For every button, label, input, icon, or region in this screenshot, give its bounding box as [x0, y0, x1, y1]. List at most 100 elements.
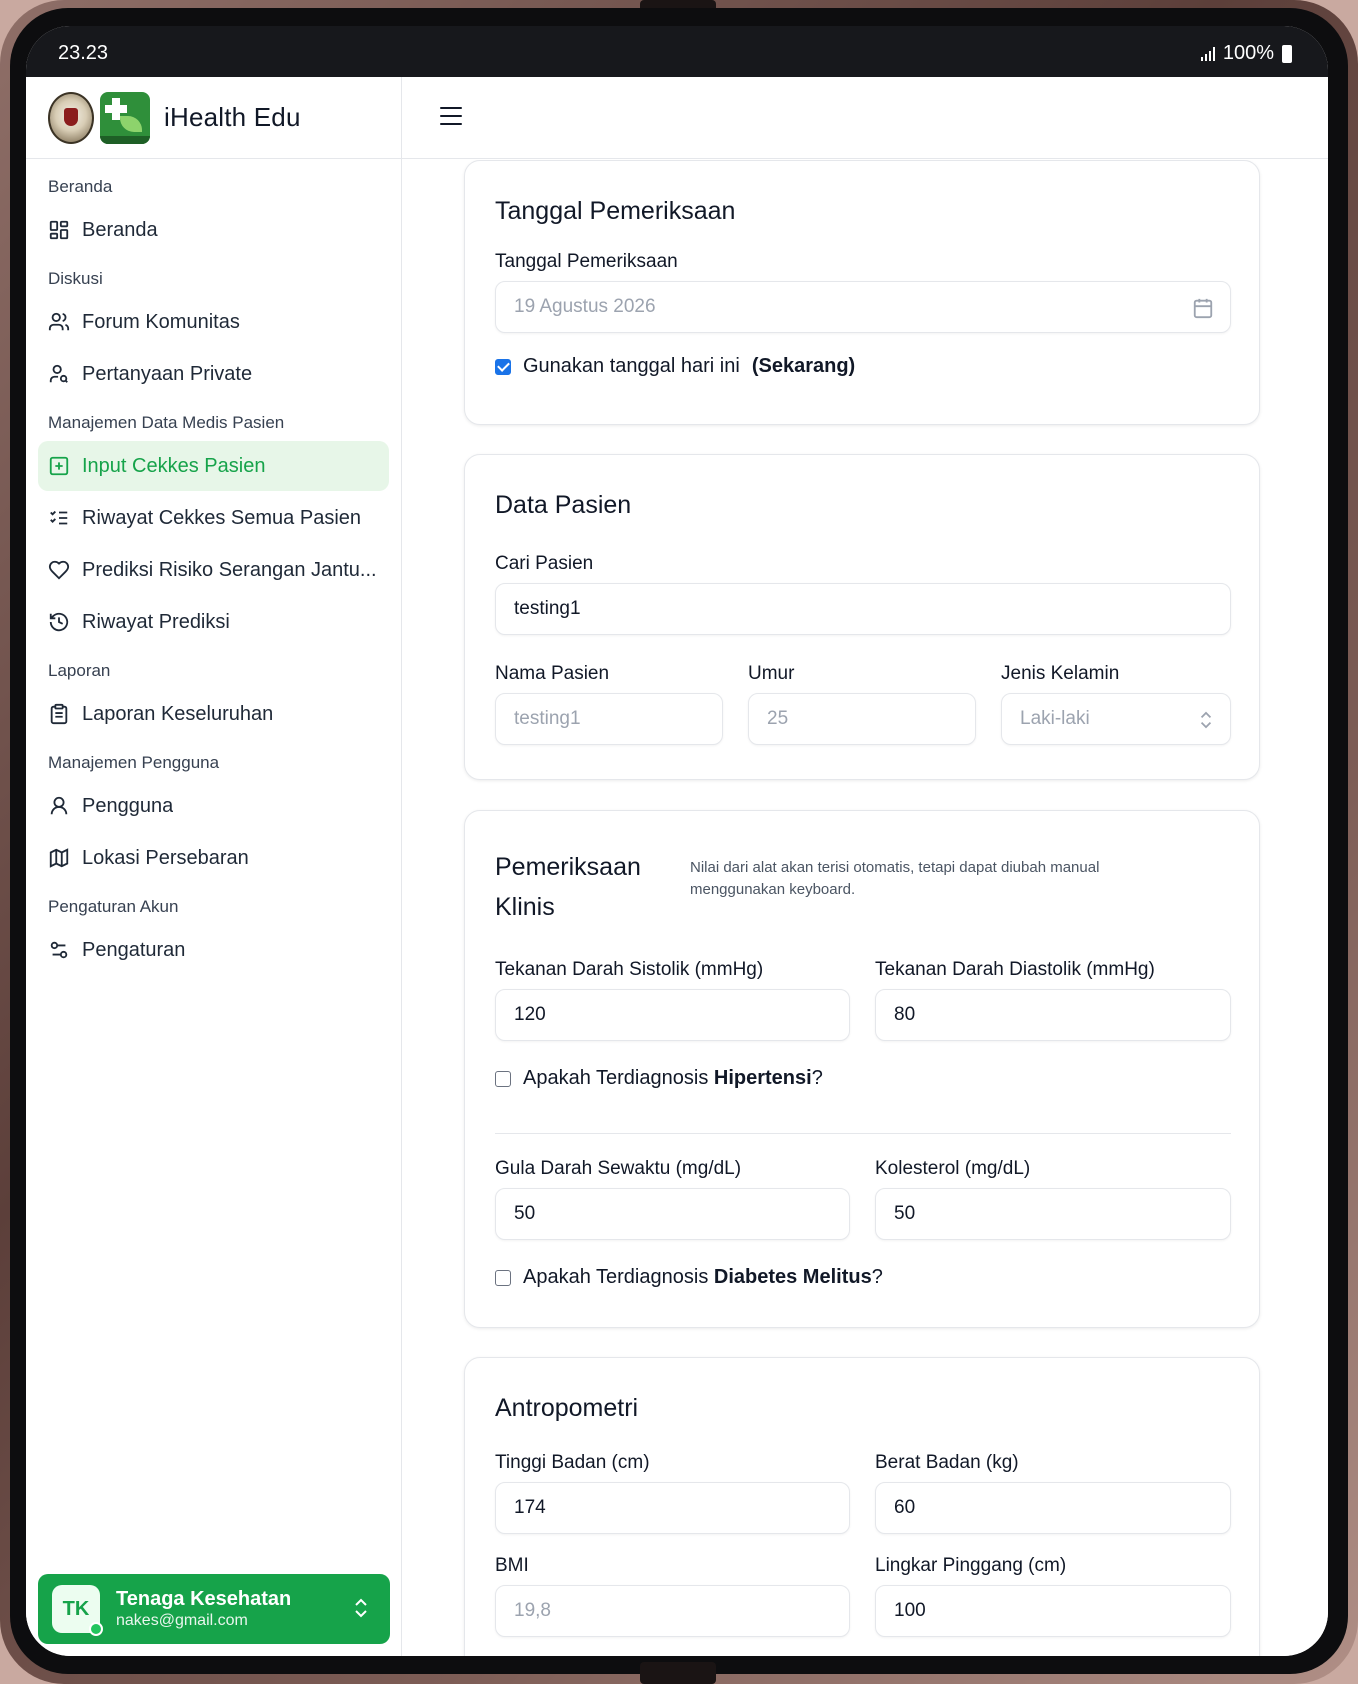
sidebar-item-pengguna[interactable]: Pengguna — [38, 781, 389, 831]
cari-pasien-label: Cari Pasien — [495, 553, 594, 574]
diabetes-checkbox-row[interactable]: Apakah Terdiagnosis Diabetes Melitus? — [495, 1266, 883, 1289]
ihealth-logo — [100, 91, 150, 144]
tanggal-card-title: Tanggal Pemeriksaan — [495, 197, 736, 225]
sidebar-item-input-cekkes-pasien[interactable]: Input Cekkes Pasien — [38, 441, 389, 491]
heart-icon — [48, 559, 70, 581]
kolesterol-label: Kolesterol (mg/dL) — [875, 1158, 1031, 1179]
nama-pasien-value: testing1 — [514, 708, 581, 729]
tanggal-card: Tanggal Pemeriksaan Tanggal Pemeriksaan … — [464, 160, 1260, 425]
cari-pasien-value: testing1 — [514, 598, 581, 619]
sidebar-item-pertanyaan-private[interactable]: Pertanyaan Private — [38, 349, 389, 399]
calendar-icon[interactable] — [1192, 297, 1214, 325]
sistolik-label: Tekanan Darah Sistolik (mmHg) — [495, 959, 764, 980]
tinggi-badan-label: Tinggi Badan (cm) — [495, 1452, 650, 1473]
sidebar-section-pengaturan-akun: Pengaturan Akun — [48, 897, 179, 916]
nama-pasien-label: Nama Pasien — [495, 663, 610, 684]
tanggal-input[interactable]: 19 Agustus 2026 — [495, 281, 1231, 333]
bmi-label: BMI — [495, 1555, 529, 1576]
users-icon — [48, 311, 70, 333]
umur-field[interactable]: 25 — [748, 693, 976, 745]
brand[interactable]: iHealth Edu — [26, 77, 401, 159]
sidebar-item-pengaturan[interactable]: Pengaturan — [38, 925, 389, 975]
gula-darah-label: Gula Darah Sewaktu (mg/dL) — [495, 1158, 742, 1179]
sidebar-item-label: Forum Komunitas — [82, 310, 240, 333]
status-right: 100% — [1200, 42, 1292, 65]
online-status-dot — [89, 1622, 103, 1636]
today-checkbox-strong: (Sekarang) — [751, 355, 856, 377]
gula-darah-input[interactable]: 50 — [495, 1188, 850, 1240]
diastolik-value: 80 — [894, 1004, 916, 1025]
sidebar-item-label: Lokasi Persebaran — [82, 846, 249, 869]
kolesterol-input[interactable]: 50 — [875, 1188, 1231, 1240]
chevrons-up-down-icon — [1198, 709, 1214, 737]
hipertensi-checkbox[interactable] — [495, 1070, 511, 1087]
list-check-icon — [48, 507, 70, 529]
hipertensi-checkbox-row[interactable]: Apakah Terdiagnosis Hipertensi? — [495, 1067, 823, 1090]
berat-badan-label: Berat Badan (kg) — [875, 1452, 1019, 1473]
today-checkbox-label: Gunakan tanggal hari ini — [523, 355, 740, 377]
device-hinge-bottom — [640, 1662, 716, 1684]
diastolik-label: Tekanan Darah Diastolik (mmHg) — [875, 959, 1155, 980]
today-checkbox-row[interactable]: Gunakan tanggal hari ini (Sekarang) — [495, 355, 855, 378]
sidebar-item-laporan-keseluruhan[interactable]: Laporan Keseluruhan — [38, 689, 389, 739]
sidebar-item-riwayat-prediksi[interactable]: Riwayat Prediksi — [38, 597, 389, 647]
sidebar-section-beranda: Beranda — [48, 177, 113, 196]
tanggal-label: Tanggal Pemeriksaan — [495, 251, 678, 272]
sidebar-item-label: Laporan Keseluruhan — [82, 702, 274, 725]
pemeriksaan-klinis-card: Pemeriksaan Klinis Nilai dari alat akan … — [464, 810, 1260, 1328]
sidebar-item-lokasi-persebaran[interactable]: Lokasi Persebaran — [38, 833, 389, 883]
tinggi-badan-value: 174 — [514, 1497, 546, 1518]
pemeriksaan-klinis-title: Pemeriksaan Klinis — [495, 847, 641, 927]
sidebar-nav: Beranda Beranda Diskusi Forum Komunitas — [26, 159, 401, 975]
diabetes-question: Apakah Terdiagnosis Diabetes Melitus? — [523, 1266, 883, 1288]
nama-pasien-field[interactable]: testing1 — [495, 693, 723, 745]
sistolik-input[interactable]: 120 — [495, 989, 850, 1041]
plus-square-icon — [48, 455, 70, 477]
pemeriksaan-klinis-title-line1: Pemeriksaan — [495, 853, 641, 881]
umur-label: Umur — [748, 663, 795, 684]
sidebar-item-forum-komunitas[interactable]: Forum Komunitas — [38, 297, 389, 347]
jenis-kelamin-select[interactable]: Laki-laki — [1001, 693, 1231, 745]
sidebar-item-label: Input Cekkes Pasien — [82, 454, 266, 477]
signal-icon — [1200, 46, 1215, 61]
tanggal-value: 19 Agustus 2026 — [514, 296, 656, 317]
kolesterol-value: 50 — [894, 1203, 916, 1224]
sidebar-item-label: Prediksi Risiko Serangan Jantu... — [82, 558, 377, 581]
main-content: Tanggal Pemeriksaan Tanggal Pemeriksaan … — [402, 160, 1328, 1656]
user-email: nakes@gmail.com — [116, 1612, 248, 1629]
sidebar-section-manajemen-pengguna: Manajemen Pengguna — [48, 753, 220, 772]
user-icon — [48, 795, 70, 817]
top-bar — [402, 77, 1328, 159]
settings-sliders-icon — [48, 939, 70, 961]
clipboard-icon — [48, 703, 70, 725]
sidebar-item-label: Riwayat Prediksi — [82, 610, 230, 633]
sidebar-section-diskusi: Diskusi — [48, 269, 103, 288]
sidebar-item-riwayat-cekkes[interactable]: Riwayat Cekkes Semua Pasien — [38, 493, 389, 543]
section-divider — [495, 1133, 1231, 1134]
user-name: Tenaga Kesehatan — [116, 1588, 292, 1610]
university-logo — [48, 91, 94, 144]
sistolik-value: 120 — [514, 1004, 546, 1025]
lingkar-pinggang-label: Lingkar Pinggang (cm) — [875, 1555, 1067, 1576]
avatar-initials: TK — [62, 1597, 90, 1620]
jenis-kelamin-value: Laki-laki — [1020, 708, 1090, 729]
battery-percent: 100% — [1222, 42, 1274, 64]
user-info: Tenaga Kesehatan nakes@gmail.com — [116, 1587, 291, 1631]
sidebar-item-beranda[interactable]: Beranda — [38, 205, 389, 255]
today-checkbox[interactable] — [495, 358, 511, 375]
sidebar-item-prediksi-risiko[interactable]: Prediksi Risiko Serangan Jantu... — [38, 545, 389, 595]
bmi-field[interactable]: 19,8 — [495, 1585, 850, 1637]
lingkar-pinggang-value: 100 — [894, 1600, 926, 1621]
antropometri-title: Antropometri — [495, 1394, 639, 1422]
avatar: TK — [52, 1585, 103, 1636]
diabetes-checkbox[interactable] — [495, 1269, 511, 1286]
screen: 23.23 100% iHealth Edu Beranda Beranda D… — [26, 26, 1328, 1656]
user-menu-button[interactable]: TK Tenaga Kesehatan nakes@gmail.com — [38, 1574, 390, 1644]
berat-badan-input[interactable]: 60 — [875, 1482, 1231, 1534]
lingkar-pinggang-input[interactable]: 100 — [875, 1585, 1231, 1637]
tinggi-badan-input[interactable]: 174 — [495, 1482, 850, 1534]
chevrons-up-down-icon — [352, 1597, 370, 1624]
menu-toggle-icon[interactable] — [440, 107, 462, 125]
cari-pasien-input[interactable]: testing1 — [495, 583, 1231, 635]
diastolik-input[interactable]: 80 — [875, 989, 1231, 1041]
